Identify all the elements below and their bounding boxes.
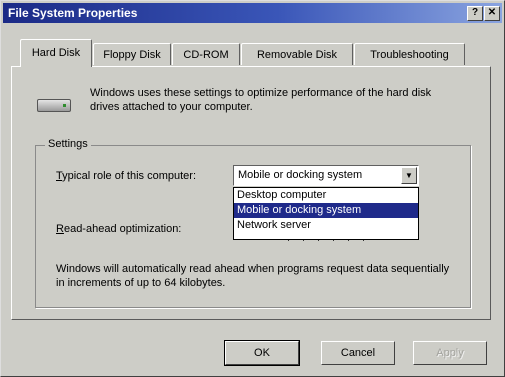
cancel-button[interactable]: Cancel: [321, 341, 395, 365]
typical-role-value: Mobile or docking system: [238, 169, 363, 181]
hard-disk-drive-icon: [37, 99, 71, 112]
tab-troubleshooting[interactable]: Troubleshooting: [354, 43, 465, 65]
tab-removable-disk[interactable]: Removable Disk: [241, 43, 353, 65]
read-ahead-label-text: ead-ahead optimization:: [63, 223, 182, 235]
typical-role-label-text: ypical role of this computer:: [62, 170, 197, 182]
help-button[interactable]: ?: [467, 6, 483, 21]
apply-button[interactable]: Apply: [413, 341, 487, 365]
tab-hard-disk[interactable]: Hard Disk: [20, 39, 92, 67]
title-bar[interactable]: File System Properties ? ✕: [3, 3, 502, 23]
typical-role-label: Typical role of this computer:: [56, 170, 196, 182]
read-ahead-description: Windows will automatically read ahead wh…: [56, 263, 450, 289]
typical-role-combobox[interactable]: Mobile or docking system ▼: [233, 165, 419, 186]
tab-cd-rom[interactable]: CD-ROM: [172, 43, 240, 65]
ok-button[interactable]: OK: [224, 340, 300, 366]
intro-text: Windows uses these settings to optimize …: [90, 87, 432, 113]
option-desktop-computer[interactable]: Desktop computer: [234, 188, 418, 203]
chevron-down-icon[interactable]: ▼: [401, 167, 417, 184]
read-ahead-label: Read-ahead optimization:: [56, 223, 181, 235]
read-ahead-accelerator: R: [56, 223, 64, 235]
close-button[interactable]: ✕: [484, 6, 500, 21]
window-title: File System Properties: [8, 6, 138, 20]
option-mobile-or-docking-system[interactable]: Mobile or docking system: [234, 203, 418, 218]
option-network-server[interactable]: Network server: [234, 218, 418, 233]
typical-role-dropdown-list[interactable]: Desktop computer Mobile or docking syste…: [233, 187, 419, 240]
tab-floppy-disk[interactable]: Floppy Disk: [93, 43, 171, 65]
settings-group-label: Settings: [45, 138, 91, 150]
